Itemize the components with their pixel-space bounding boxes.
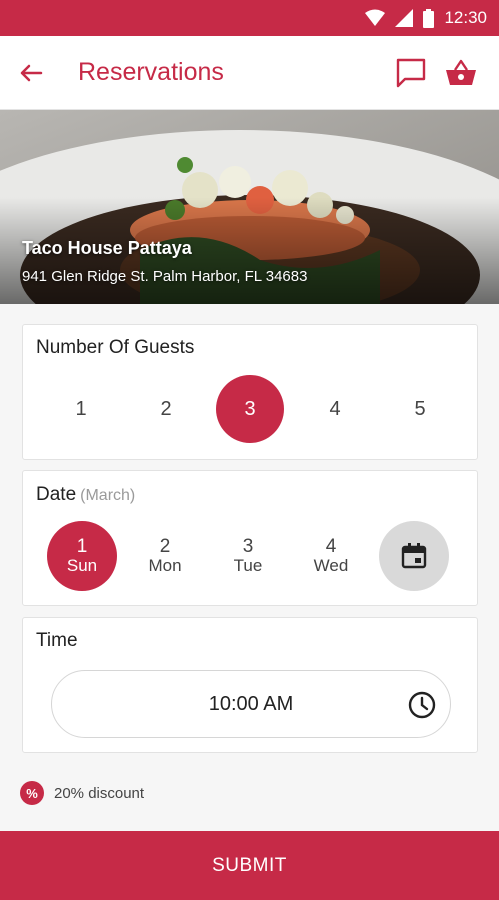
date-number: 4	[325, 536, 337, 558]
discount-info: % 20% discount	[20, 781, 144, 805]
guests-card: Number Of Guests 1 2 3 4 5	[22, 324, 478, 460]
guest-option-3[interactable]: 3	[216, 375, 284, 443]
date-option-4[interactable]: 4 Wed	[296, 521, 366, 591]
time-value: 10:00 AM	[208, 693, 294, 715]
date-title: Date	[36, 484, 77, 505]
time-picker[interactable]: 10:00 AM	[51, 670, 451, 738]
date-option-1[interactable]: 1 Sun	[47, 521, 117, 591]
status-icons: 12:30	[365, 8, 487, 28]
basket-icon	[446, 59, 476, 85]
page-title: Reservations	[78, 58, 224, 86]
time-card: Time 10:00 AM	[22, 617, 478, 753]
back-button[interactable]	[16, 58, 46, 88]
chat-button[interactable]	[394, 56, 428, 90]
guest-option-4[interactable]: 4	[301, 375, 369, 443]
app-bar: Reservations	[0, 36, 499, 110]
basket-button[interactable]	[444, 56, 478, 90]
discount-badge-icon: %	[20, 781, 44, 805]
arrow-left-icon	[20, 64, 43, 82]
calendar-icon	[401, 543, 427, 569]
date-option-2[interactable]: 2 Mon	[130, 521, 200, 591]
discount-text: 20% discount	[54, 784, 145, 802]
submit-button[interactable]: SUBMIT	[0, 831, 499, 900]
chat-icon	[396, 58, 426, 88]
battery-icon	[423, 8, 435, 28]
guest-option-5[interactable]: 5	[386, 375, 454, 443]
guest-option-1[interactable]: 1	[47, 375, 115, 443]
date-month: (March)	[80, 487, 136, 504]
date-card: Date (March) 1 Sun 2 Mon 3 Tue 4 Wed	[22, 470, 478, 606]
date-number: 3	[242, 536, 254, 558]
signal-icon	[395, 9, 414, 27]
date-day: Tue	[233, 556, 263, 576]
restaurant-hero: Taco House Pattaya 941 Glen Ridge St. Pa…	[0, 110, 499, 304]
time-title: Time	[36, 630, 78, 651]
date-day: Mon	[148, 556, 182, 576]
guest-option-2[interactable]: 2	[132, 375, 200, 443]
wifi-icon	[365, 9, 386, 26]
date-option-3[interactable]: 3 Tue	[213, 521, 283, 591]
guests-title: Number Of Guests	[36, 337, 195, 358]
restaurant-name: Taco House Pattaya	[22, 238, 192, 258]
status-bar: 12:30	[0, 0, 499, 36]
date-day: Sun	[66, 556, 98, 576]
calendar-button[interactable]	[379, 521, 449, 591]
date-number: 2	[159, 536, 171, 558]
clock-icon	[408, 691, 436, 719]
date-title-row: Date (March)	[36, 484, 135, 506]
status-time: 12:30	[444, 8, 487, 27]
date-number: 1	[76, 536, 88, 558]
date-day: Wed	[313, 556, 349, 576]
restaurant-address: 941 Glen Ridge St. Palm Harbor, FL 34683	[22, 268, 308, 285]
